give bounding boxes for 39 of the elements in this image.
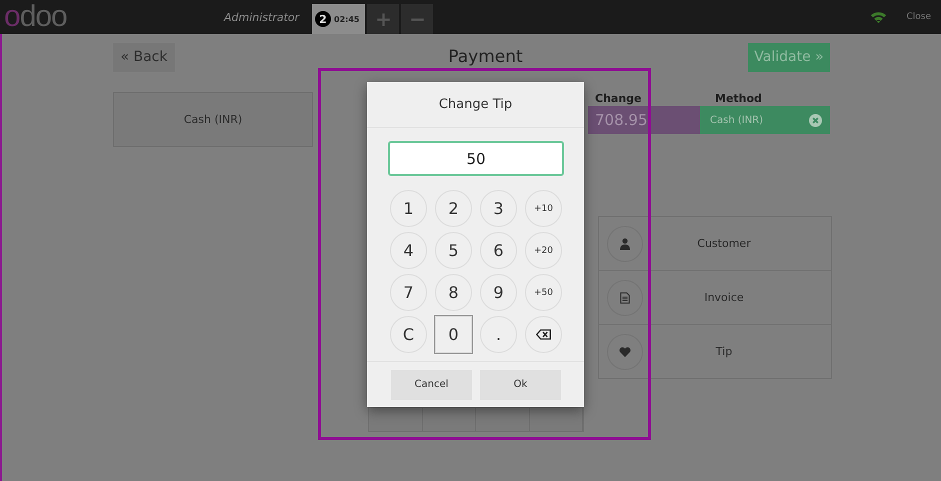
order-time: 02:45 [334,14,360,24]
keypad-button[interactable]: 1 [390,190,427,227]
keypad-button[interactable]: 7 [390,274,427,311]
action-button[interactable]: Invoice [599,271,831,325]
order-tab[interactable]: 2 02:45 [312,4,366,34]
dialog-title: Change Tip [367,82,584,128]
heart-icon [619,346,631,358]
keypad-button[interactable]: 6 [480,232,517,269]
backspace-icon [536,329,551,340]
wifi-icon [870,11,888,23]
page-title: Payment [448,47,523,67]
action-button[interactable]: Tip [599,325,831,378]
keypad-button[interactable]: 8 [435,274,472,311]
user-name: Administrator [224,10,301,24]
logo: odoo [4,0,68,34]
ok-button[interactable]: Ok [480,370,561,400]
keypad-button[interactable]: C [390,316,427,353]
method-name: Cash (INR) [710,114,764,126]
tip-input-field[interactable]: 50 [388,141,564,176]
close-button[interactable]: Close [906,12,931,22]
keypad-button[interactable]: 9 [480,274,517,311]
keypad-button[interactable]: 3 [480,190,517,227]
cancel-button[interactable]: Cancel [391,370,472,400]
person-icon [619,238,631,250]
document-icon [619,292,631,304]
keypad-button[interactable]: 4 [390,232,427,269]
keypad-button[interactable]: . [480,316,517,353]
order-number-badge: 2 [315,11,331,27]
keypad-button[interactable]: +20 [525,232,562,269]
keypad-button[interactable]: 5 [435,232,472,269]
keypad-button[interactable]: 0 [435,316,472,353]
change-amount-cell: 708.95 [588,106,700,134]
keypad-button[interactable] [525,316,562,353]
keypad-button[interactable]: +10 [525,190,562,227]
keypad-button[interactable]: +50 [525,274,562,311]
keypad-button[interactable]: 2 [435,190,472,227]
column-header: Change [594,92,642,106]
action-button[interactable]: Customer [599,217,831,271]
column-header: Method [714,92,762,106]
